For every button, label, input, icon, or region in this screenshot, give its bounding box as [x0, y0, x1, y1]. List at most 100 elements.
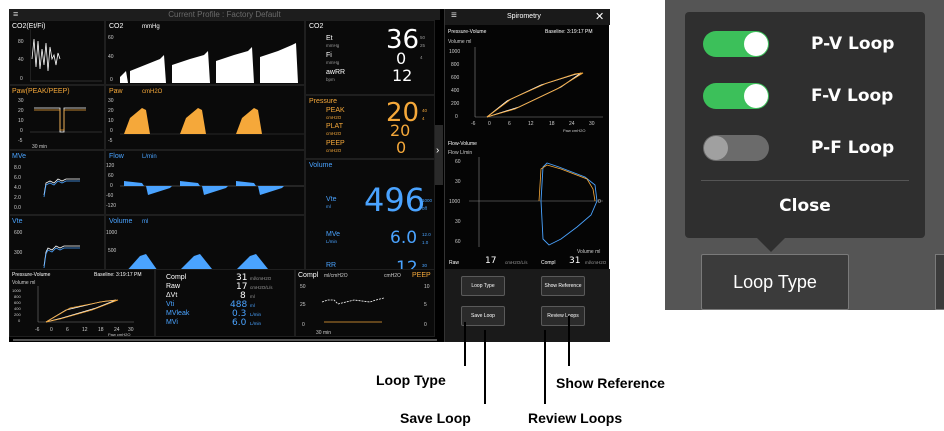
numeric-pressure-title: Pressure — [309, 98, 338, 105]
peep-label: PEEP — [326, 140, 345, 147]
tick: 1000 — [449, 199, 461, 205]
spiro-values: Raw 17 cmH2O/L/s Compl 31 ml/cmH2O — [445, 257, 610, 269]
menu-item-fv-loop[interactable]: F-V Loop — [703, 81, 913, 111]
tick: 0 — [455, 114, 458, 120]
chevron-right-icon[interactable]: › — [436, 145, 439, 156]
trend-co2: CO2(Et/Fi) 80 40 0 — [9, 20, 105, 85]
spiro-menu-icon[interactable]: ≡ — [451, 10, 457, 21]
fi-value: 0 — [396, 49, 407, 68]
monitor-screen: ≡ Current Profile : Factory Default CO2(… — [9, 9, 610, 342]
tick: 120 — [106, 163, 115, 169]
tick: -6 — [35, 327, 40, 333]
spiro-compl-label: Compl — [541, 260, 556, 266]
pv-loop-toggle[interactable] — [703, 31, 769, 57]
tick: 0 — [424, 322, 427, 328]
callout-line-save-loop — [484, 330, 486, 404]
numerics-column: CO2 Et mmHg 36 50 25 Fi mmHg 0 4 awRR bp… — [305, 20, 435, 280]
loop-type-button[interactable]: Loop Type — [461, 276, 505, 296]
mvleak-label: MVleak — [166, 310, 190, 317]
loop-type-menu: P-V Loop F-V Loop P-F Loop Close — [685, 12, 925, 238]
tick: 500 — [108, 248, 117, 254]
trend-paw: Paw(PEAK/PEEP) 30 20 10 0 -5 30 min — [9, 85, 105, 150]
spiro-compl-unit: ml/cmH2O — [585, 260, 607, 265]
fi-label: Fi — [326, 52, 332, 59]
menu-item-pv-loop[interactable]: P-V Loop — [703, 29, 913, 59]
tick: 30 — [455, 179, 461, 185]
vte-unit: ml — [326, 204, 331, 209]
next-button-edge[interactable] — [935, 254, 944, 310]
callout-show-reference: Show Reference — [556, 375, 665, 391]
wave-co2-graph — [120, 43, 298, 83]
peak-unit: cmH2O — [326, 115, 342, 120]
vti-label: Vti — [166, 301, 175, 308]
dvt-unit: ml — [250, 294, 255, 299]
tick: 0 — [20, 76, 23, 82]
review-loops-button[interactable]: Review Loops — [541, 306, 585, 326]
mvi-value: 6.0 — [232, 318, 247, 328]
fi-unit: mmHg — [326, 60, 340, 65]
compl-unit: ml/cmH2O — [250, 276, 272, 281]
menu-icon[interactable]: ≡ — [13, 9, 18, 20]
tick: 0 — [110, 77, 113, 83]
callout-loop-type: Loop Type — [376, 372, 446, 388]
vte-limit-high: 1000 — [422, 198, 433, 203]
spiro-pv-graph — [474, 47, 603, 118]
close-button[interactable]: Close — [685, 196, 925, 216]
numeric-co2: CO2 Et mmHg 36 50 25 Fi mmHg 0 4 awRR bp… — [305, 20, 435, 95]
pv-loop-label: P-V Loop — [811, 34, 895, 54]
mve-limit-low: 1.0 — [422, 240, 429, 245]
tick: 10 — [108, 118, 114, 124]
mini-pv-title: Pressure-Volume — [12, 272, 51, 278]
peak-limit-low: 4 — [422, 116, 425, 121]
trend-co2-graph — [30, 29, 102, 82]
save-loop-button[interactable]: Save Loop — [461, 306, 505, 326]
tick: 0 — [488, 121, 491, 127]
tick: 300 — [14, 250, 23, 256]
spiro-fv-title: Flow-Volume — [448, 141, 477, 147]
et-limit-low: 25 — [420, 43, 426, 48]
callout-review-loops: Review Loops — [528, 410, 623, 426]
fv-loop-toggle[interactable] — [703, 83, 769, 109]
wave-flow: Flow L/min 120 60 0 -60 -120 — [105, 150, 305, 215]
wave-paw: Paw cmH2O 30 20 10 0 -5 — [105, 85, 305, 150]
trend-mve: MVe 8.0 6.0 4.0 2.0 0.0 — [9, 150, 105, 215]
tick: 18 — [98, 327, 104, 333]
horizontal-scrollbar[interactable] — [13, 339, 437, 341]
spiro-compl-value: 31 — [569, 256, 581, 266]
spiro-fv-graph — [469, 157, 603, 247]
bottom-strip: Pressure-Volume Baseline: 3:19:17 PM Vol… — [9, 269, 440, 337]
wave-volume-unit: ml — [142, 219, 149, 225]
title-bar: ≡ Current Profile : Factory Default — [9, 9, 440, 20]
tick: 0 — [50, 327, 53, 333]
tick: 40 — [18, 57, 24, 63]
tick: -60 — [106, 193, 114, 199]
menu-item-pf-loop[interactable]: P-F Loop — [703, 133, 913, 163]
close-icon[interactable]: ✕ — [595, 10, 604, 23]
plat-label: PLAT — [326, 123, 343, 130]
loop-type-large-button[interactable]: Loop Type — [701, 254, 849, 310]
spiro-header: ≡ Spirometry ✕ — [445, 9, 610, 25]
mve-limit-high: 12.0 — [422, 232, 431, 237]
spiro-pv-xunit: Paw cmH2O — [563, 128, 586, 133]
trend-compl-unit: ml/cmH2O — [324, 273, 348, 279]
et-unit: mmHg — [326, 43, 340, 48]
wave-flow-graph — [120, 181, 304, 195]
numeric-co2-title: CO2 — [309, 23, 324, 30]
trend-paw-graph — [30, 107, 102, 133]
dvt-label: ΔVt — [166, 292, 178, 299]
tick: 200 — [451, 101, 460, 107]
show-reference-button[interactable]: Show Reference — [541, 276, 585, 296]
fv-zero: 0 — [598, 199, 601, 205]
wave-flow-title: Flow — [109, 153, 124, 160]
tick: 8.0 — [14, 165, 21, 171]
tick: 800 — [451, 62, 460, 68]
trend-mve-label: MVe — [12, 153, 27, 160]
mve-label: MVe — [326, 231, 341, 238]
peak-limit-high: 40 — [422, 108, 428, 113]
pf-loop-toggle[interactable] — [703, 135, 769, 161]
tick: 1000 — [106, 230, 118, 236]
tick: 60 — [455, 159, 461, 165]
tick: 6 — [66, 327, 69, 333]
spiro-pv-title: Pressure-Volume — [448, 29, 487, 35]
spiro-title: Spirometry — [507, 13, 541, 20]
